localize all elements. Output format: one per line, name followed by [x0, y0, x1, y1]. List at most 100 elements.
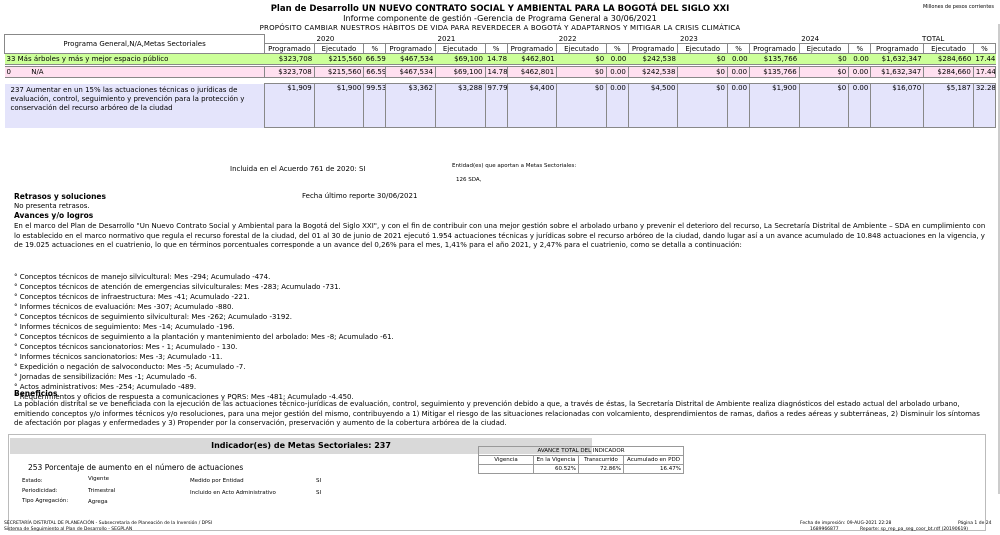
value-cell: $69,100	[434, 66, 486, 78]
fecha-reporte: Fecha último reporte 30/06/2021	[302, 192, 418, 200]
units-note: Millones de pesos corrientes	[922, 4, 994, 10]
subcol-header: Ejecutado	[434, 43, 486, 54]
avance-item: ° Informes técnicos de evaluación: Mes -…	[14, 303, 234, 311]
value-cell: $467,534	[385, 53, 436, 65]
estado-value: Vigente	[88, 476, 110, 482]
program-code-cell: 0 N/A	[4, 66, 265, 78]
value-cell: $1,900	[313, 83, 365, 128]
value-cell: 0.00	[606, 53, 629, 65]
value-cell: $4,500	[627, 83, 679, 128]
tipo-value: Agrega	[88, 499, 108, 505]
value-cell: $3,362	[385, 83, 436, 128]
subcol-header: %	[727, 43, 751, 54]
year-header: 2023	[680, 34, 698, 43]
avance-header: Vigencia	[478, 455, 534, 465]
year-header: 2021	[437, 34, 456, 43]
avance-table: AVANCE TOTAL DEL INDICADOR Vigencia En l…	[478, 446, 684, 474]
subcol-header: Ejecutado	[798, 43, 850, 54]
year-header: 2022	[558, 34, 577, 43]
value-cell: $1,632,347	[870, 53, 924, 65]
value-cell: $284,660	[923, 66, 974, 78]
value-cell: $0	[556, 53, 607, 65]
avance-value: 72.86%	[578, 464, 624, 474]
footer-print-date: Fecha de impresión: 09-AUG-2021 22:28	[800, 521, 892, 526]
subcol-header: Programado	[264, 43, 315, 54]
avance-item: ° Conceptos técnicos de atención de emer…	[14, 283, 341, 291]
avance-value: 60.52%	[533, 464, 579, 474]
subcol-header: Programado	[385, 43, 436, 54]
value-cell: $284,660	[923, 53, 974, 65]
retrasos-title: Retrasos y soluciones	[14, 192, 106, 201]
subcol-header: Programado	[627, 43, 679, 54]
subcol-header: %	[484, 43, 508, 54]
value-cell: 0.00	[848, 83, 872, 128]
value-cell: $16,070	[870, 83, 925, 128]
avance-value: 16.47%	[623, 464, 684, 474]
program-na: N/A	[31, 68, 44, 76]
value-cell: $0	[799, 53, 849, 65]
value-cell: 14.78	[484, 66, 508, 78]
periodicidad-label: Periodicidad:	[22, 488, 58, 494]
avance-item: ° Actos administrativos: Mes -254; Acumu…	[14, 383, 197, 391]
subcol-header: Ejecutado	[556, 43, 607, 54]
avances-text: En el marco del Plan de Desarrollo "Un N…	[14, 222, 986, 249]
value-cell: $0	[556, 66, 607, 78]
value-cell: 0.00	[605, 83, 629, 128]
subcol-header: Programado	[749, 43, 800, 54]
value-cell: $462,801	[506, 66, 558, 78]
value-cell: $242,538	[627, 66, 679, 78]
avance-item: ° Conceptos técnicos de infraestructura:…	[14, 293, 250, 301]
footer-id: 1689966877	[810, 527, 839, 532]
tipo-label: Tipo Agregación:	[22, 498, 69, 504]
footer-left-2: Sistema de Seguimiento al Plan de Desarr…	[4, 527, 133, 532]
value-cell: $462,801	[507, 53, 557, 65]
avance-item: ° Expedición o negación de salvoconducto…	[14, 363, 246, 371]
value-cell: 0.00	[727, 53, 750, 65]
avance-item: ° Informes técnicos de seguimiento: Mes …	[14, 323, 235, 331]
year-header: 2024	[801, 34, 820, 43]
value-cell: 66.59	[363, 53, 386, 65]
value-cell: 97.79	[484, 83, 508, 128]
subcol-header: Ejecutado	[313, 43, 365, 54]
value-cell: 99.53	[363, 83, 387, 128]
value-cell: 32.28	[972, 83, 997, 128]
value-cell: 0.00	[605, 66, 629, 78]
avance-title: AVANCE TOTAL DEL INDICADOR	[478, 446, 684, 456]
footer-page: Página 1 de 24	[958, 521, 992, 526]
meta-label: 237 Aumentar en un 15% las actuaciones t…	[4, 83, 265, 128]
value-cell: 14.78	[485, 53, 508, 65]
subcol-header: %	[605, 43, 629, 54]
avance-item: ° Conceptos técnicos de manejo silvicult…	[14, 273, 271, 281]
value-cell: $0	[798, 66, 850, 78]
value-cell: 0.00	[727, 66, 751, 78]
value-cell: $323,708	[264, 66, 315, 78]
beneficios-title: Beneficios	[14, 389, 58, 398]
row-label-header: Programa General,N/A,Metas Sectoriales	[3, 34, 266, 54]
value-cell: $135,766	[749, 53, 800, 65]
value-cell: $0	[677, 66, 729, 78]
incluido-value: SI	[316, 490, 322, 496]
value-cell: 0.00	[848, 53, 871, 65]
subcol-header: Ejecutado	[677, 43, 729, 54]
avance-header: Transcurrido	[578, 455, 624, 465]
incluido-label: Incluido en Acto Administrativo	[190, 490, 276, 496]
year-header: TOTAL	[922, 34, 945, 43]
subcol-header: %	[848, 43, 872, 54]
value-cell: $0	[556, 83, 607, 128]
periodicidad-value: Trimestral	[88, 488, 116, 494]
value-cell: $0	[677, 83, 729, 128]
avance-item: ° Conceptos técnicos de seguimiento silv…	[14, 313, 293, 321]
avance-item: ° Conceptos técnicos sancionatorios: Mes…	[14, 343, 238, 351]
avance-header: Acumulado en PDD	[623, 455, 684, 465]
medido-label: Medido por Entidad	[190, 478, 244, 484]
entidades-label: Entidad(es) que aportan a Metas Sectoria…	[452, 163, 577, 169]
avance-header: En la Vigencia	[533, 455, 579, 465]
value-cell: $1,900	[749, 83, 800, 128]
value-cell: $5,187	[923, 83, 974, 128]
avance-value	[478, 464, 534, 474]
subcol-header: Programado	[506, 43, 558, 54]
value-cell: $242,538	[628, 53, 678, 65]
value-cell: $4,400	[506, 83, 558, 128]
budget-table: Programa General,N/A,Metas Sectoriales 2…	[3, 34, 997, 128]
beneficios-text: La población distrital se ve beneficiada…	[14, 400, 980, 427]
